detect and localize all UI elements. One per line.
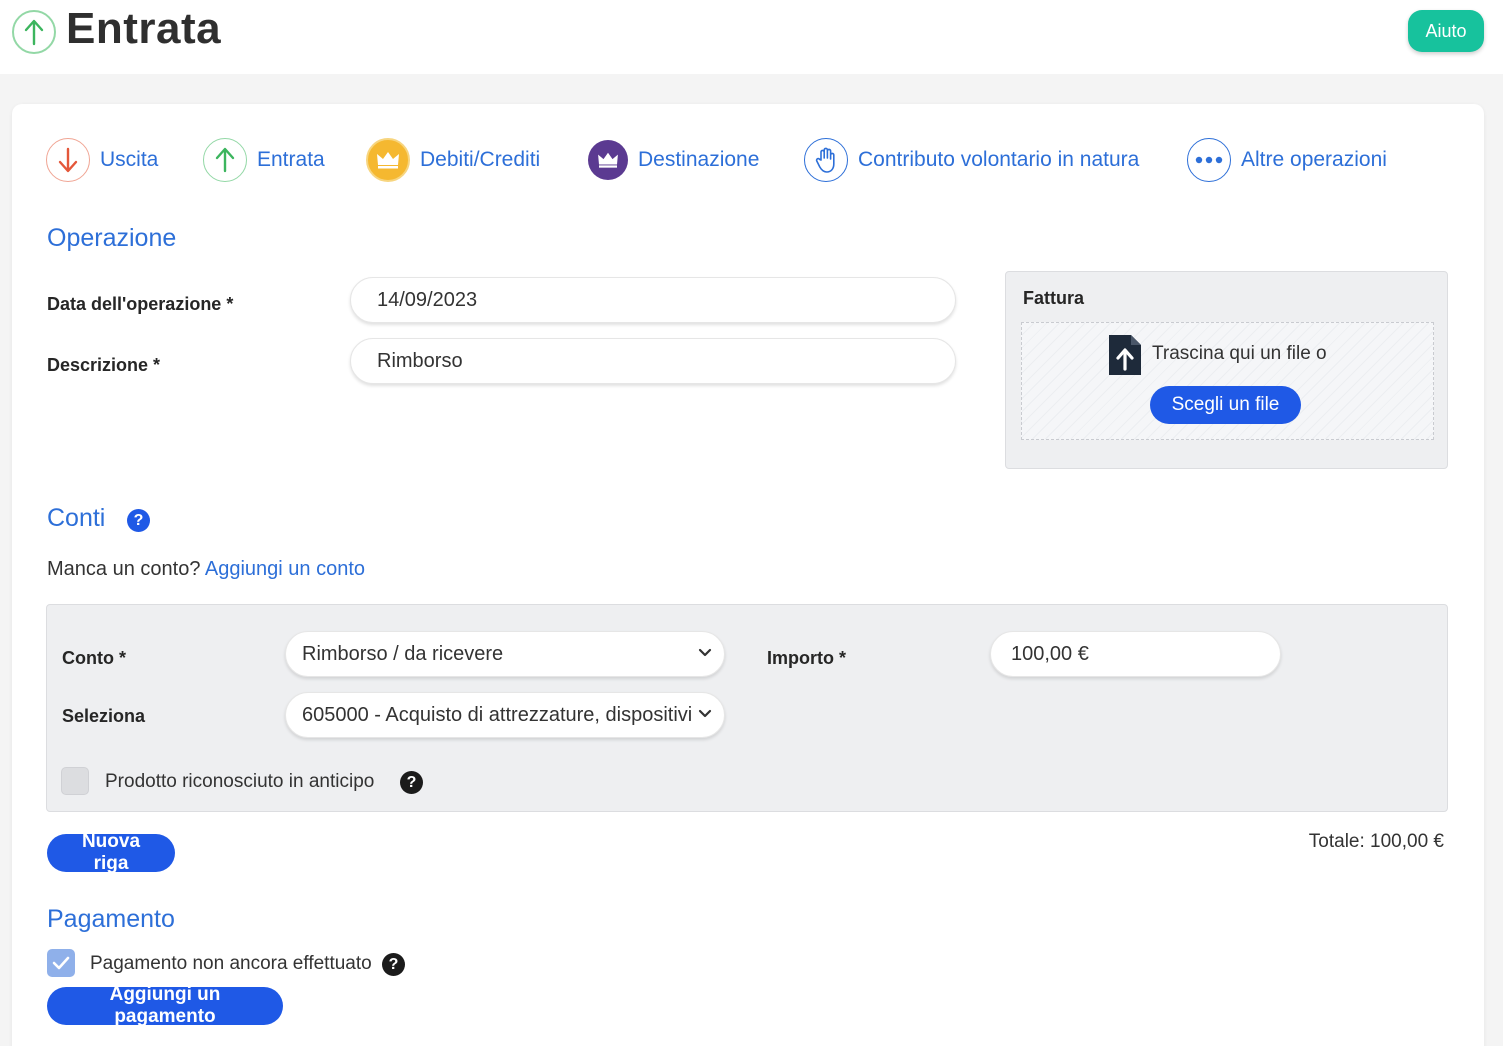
advance-checkbox[interactable] (61, 767, 89, 795)
operation-type-tabs: Uscita Entrata Debiti/Crediti Destinazio… (0, 136, 1503, 186)
account-label: Conto * (62, 648, 126, 668)
tab-debiti-crediti[interactable]: Debiti/Crediti (366, 136, 540, 184)
tab-uscita[interactable]: Uscita (46, 136, 158, 184)
file-dropzone[interactable]: Trascina qui un file o Scegli un file (1021, 322, 1434, 440)
tab-altre-operazioni[interactable]: Altre operazioni (1187, 136, 1387, 184)
description-input[interactable] (350, 338, 956, 384)
dropzone-text: Trascina qui un file o (1152, 343, 1327, 364)
file-upload-icon (1109, 335, 1141, 375)
accounts-section-title: Conti (47, 504, 106, 532)
invoice-panel: Fattura Trascina qui un file o Scegli un… (1005, 271, 1448, 469)
hand-icon (804, 138, 848, 182)
help-button[interactable]: Aiuto (1408, 10, 1484, 52)
account-select-value: Rimborso / da ricevere (302, 642, 504, 665)
top-bar: Entrata Aiuto (0, 0, 1503, 74)
payment-section-title: Pagamento (47, 905, 175, 933)
tab-label: Debiti/Crediti (420, 148, 541, 171)
accounts-help-icon[interactable]: ? (127, 509, 150, 532)
checkmark-icon (52, 956, 70, 970)
payment-not-done-checkbox[interactable] (47, 949, 75, 977)
advance-help-icon[interactable]: ? (400, 771, 423, 794)
tab-entrata[interactable]: Entrata (203, 136, 325, 184)
amount-input[interactable] (990, 631, 1281, 677)
tab-label: Uscita (100, 148, 159, 171)
tab-label: Contributo volontario in natura (858, 148, 1140, 171)
arrow-down-icon (46, 138, 90, 182)
description-label: Descrizione * (47, 355, 161, 375)
missing-account-line: Manca un conto? Aggiungi un conto (47, 558, 365, 581)
date-input[interactable] (350, 277, 956, 323)
invoice-title: Fattura (1023, 288, 1085, 308)
tab-label: Altre operazioni (1241, 148, 1387, 171)
add-payment-button[interactable]: Aggiungi un pagamento (47, 984, 283, 1027)
chevron-down-icon (698, 648, 712, 657)
choose-file-button[interactable]: Scegli un file (1150, 386, 1301, 424)
amount-label: Importo * (767, 648, 846, 668)
arrow-up-icon (203, 138, 247, 182)
payment-help-icon[interactable]: ? (382, 953, 405, 976)
date-label: Data dell'operazione * (47, 294, 234, 314)
chevron-down-icon (698, 709, 712, 718)
tab-label: Entrata (257, 148, 325, 171)
total-text: Totale: 100,00 € (1308, 831, 1444, 852)
operation-section-title: Operazione (47, 224, 177, 252)
add-account-link[interactable]: Aggiungi un conto (205, 558, 365, 580)
tab-label: Destinazione (638, 148, 760, 171)
tab-contributo-volontario[interactable]: Contributo volontario in natura (804, 136, 1139, 184)
crown-coin-icon (366, 138, 410, 182)
more-dots-icon (1187, 138, 1231, 182)
tab-destinazione[interactable]: Destinazione (588, 136, 759, 184)
page-title: Entrata (66, 4, 222, 53)
ledger-select-value: 605000 - Acquisto di attrezzature, dispo… (302, 703, 693, 726)
payment-not-done-label: Pagamento non ancora effettuato (90, 953, 372, 974)
arrow-up-icon (12, 10, 56, 54)
ledger-select[interactable]: 605000 - Acquisto di attrezzature, dispo… (285, 692, 725, 738)
select-label: Seleziona (62, 706, 146, 726)
missing-account-text: Manca un conto? (47, 558, 201, 580)
advance-label: Prodotto riconosciuto in anticipo (105, 771, 375, 792)
account-select[interactable]: Rimborso / da ricevere (285, 631, 725, 677)
crown-swap-icon (588, 140, 628, 180)
new-row-button[interactable]: Nuova riga (47, 831, 175, 874)
